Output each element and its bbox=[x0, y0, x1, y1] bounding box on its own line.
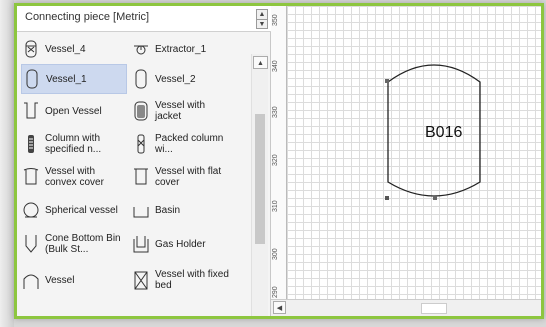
hscroll-thumb[interactable] bbox=[421, 303, 447, 314]
vessel-icon bbox=[133, 68, 149, 90]
item-label: Vessel_4 bbox=[45, 43, 86, 55]
spherical-vessel-icon bbox=[23, 199, 39, 221]
fixed-bed-vessel-icon bbox=[133, 269, 149, 291]
list-item-extractor-1[interactable]: Extractor_1 bbox=[131, 36, 243, 62]
list-item-fixed-bed[interactable]: Vessel with fixed bed bbox=[131, 264, 243, 296]
flat-cover-vessel-icon bbox=[133, 166, 149, 188]
jacketed-vessel-icon bbox=[133, 100, 149, 122]
vertical-ruler: 350 340 330 320 310 300 290 bbox=[271, 6, 287, 299]
ruler-label: 340 bbox=[272, 60, 279, 72]
list-item-convex-cover[interactable]: Vessel with convex cover bbox=[21, 162, 131, 192]
item-label: Extractor_1 bbox=[155, 43, 207, 55]
list-item-packed-column[interactable]: Packed column wi... bbox=[131, 129, 243, 159]
list-item-column[interactable]: Column with specified n... bbox=[21, 129, 131, 159]
item-label: Cone Bottom Bin (Bulk St... bbox=[45, 233, 121, 255]
spin-down-icon[interactable]: ▼ bbox=[257, 19, 267, 28]
convex-vessel-icon bbox=[23, 166, 39, 188]
item-label: Vessel with flat cover bbox=[155, 166, 222, 188]
panel-title: Connecting piece [Metric] bbox=[25, 11, 150, 23]
item-label: Vessel_2 bbox=[155, 73, 196, 85]
vessel-icon bbox=[24, 68, 40, 90]
item-label: Open Vessel bbox=[45, 105, 102, 117]
item-label: Column with specified n... bbox=[45, 133, 102, 155]
list-item-vessel[interactable]: Vessel bbox=[21, 264, 131, 296]
list-item-basin[interactable]: Basin bbox=[131, 195, 243, 225]
selection-handle[interactable] bbox=[385, 196, 389, 200]
item-label: Vessel with jacket bbox=[155, 100, 206, 122]
editor-window: Connecting piece [Metric] ▲ ▼ Vessel_4 E… bbox=[14, 3, 544, 319]
list-item-spherical-vessel[interactable]: Spherical vessel bbox=[21, 195, 131, 225]
list-item-vessel-4[interactable]: Vessel_4 bbox=[21, 36, 121, 62]
horizontal-scrollbar[interactable]: ◀ bbox=[271, 299, 541, 316]
ruler-label: 300 bbox=[272, 248, 279, 260]
ruler-label: 290 bbox=[272, 286, 279, 298]
window-edge bbox=[0, 0, 14, 327]
vessel-icon bbox=[23, 269, 39, 291]
item-label: Vessel bbox=[45, 274, 75, 286]
list-item-vessel-2[interactable]: Vessel_2 bbox=[131, 64, 243, 94]
ruler-label: 350 bbox=[272, 14, 279, 26]
shape-tag-label: B016 bbox=[425, 124, 463, 141]
ruler-label: 320 bbox=[272, 154, 279, 166]
shape-library-panel: Connecting piece [Metric] ▲ ▼ Vessel_4 E… bbox=[17, 6, 271, 316]
panel-spin-buttons[interactable]: ▲ ▼ bbox=[256, 9, 268, 29]
item-label: Vessel with fixed bed bbox=[155, 269, 229, 291]
extractor-icon bbox=[133, 38, 149, 60]
open-vessel-icon bbox=[23, 100, 39, 122]
cone-bin-icon bbox=[23, 233, 39, 255]
list-item-vessel-with-jacket[interactable]: Vessel with jacket bbox=[131, 96, 243, 126]
panel-header: Connecting piece [Metric] ▲ ▼ bbox=[17, 6, 271, 32]
ruler-label: 330 bbox=[272, 106, 279, 118]
scroll-up-icon[interactable]: ▲ bbox=[253, 56, 268, 69]
basin-icon bbox=[133, 199, 149, 221]
item-label: Gas Holder bbox=[155, 238, 206, 250]
list-scrollbar[interactable]: ▲ bbox=[251, 54, 268, 316]
connection-point[interactable] bbox=[385, 79, 389, 83]
ruler-label: 310 bbox=[272, 200, 279, 212]
item-label: Spherical vessel bbox=[45, 204, 118, 216]
column-icon bbox=[23, 133, 39, 155]
connection-point[interactable] bbox=[433, 196, 437, 200]
spin-up-icon[interactable]: ▲ bbox=[257, 10, 267, 19]
scroll-thumb[interactable] bbox=[255, 114, 265, 244]
item-label: Packed column wi... bbox=[155, 133, 224, 155]
vessel-shape[interactable] bbox=[287, 6, 541, 299]
packed-column-icon bbox=[133, 133, 149, 155]
scroll-left-icon[interactable]: ◀ bbox=[273, 301, 286, 314]
list-item-open-vessel[interactable]: Open Vessel bbox=[21, 96, 127, 126]
vessel-icon bbox=[23, 38, 39, 60]
gas-holder-icon bbox=[133, 233, 149, 255]
item-label: Basin bbox=[155, 204, 181, 216]
drawing-canvas[interactable] bbox=[287, 6, 541, 299]
list-item-cone-bottom-bin[interactable]: Cone Bottom Bin (Bulk St... bbox=[21, 228, 131, 260]
list-item-flat-cover[interactable]: Vessel with flat cover bbox=[131, 162, 243, 192]
item-label: Vessel with convex cover bbox=[45, 166, 104, 188]
shape-list: Vessel_4 Extractor_1 Vessel_1 Vessel_2 O… bbox=[17, 32, 251, 316]
list-item-vessel-1[interactable]: Vessel_1 bbox=[21, 64, 127, 94]
list-item-gas-holder[interactable]: Gas Holder bbox=[131, 228, 243, 260]
item-label: Vessel_1 bbox=[46, 73, 87, 85]
